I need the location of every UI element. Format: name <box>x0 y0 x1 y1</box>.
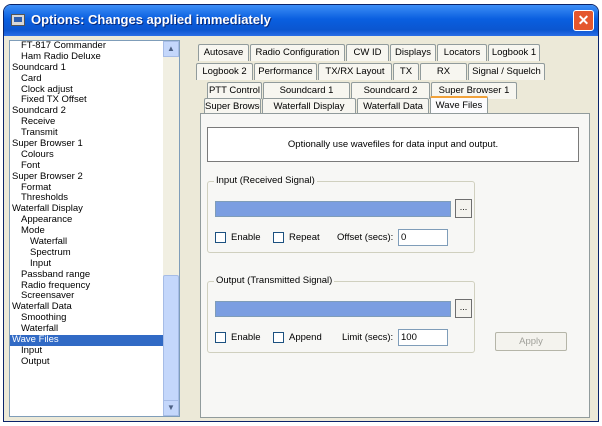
tab-logbook-2[interactable]: Logbook 2 <box>196 63 253 80</box>
output-limit-label: Limit (secs): <box>342 332 394 343</box>
output-group-legend: Output (Transmitted Signal) <box>214 275 335 286</box>
output-limit-field[interactable]: 100 <box>398 329 448 346</box>
scroll-up-button[interactable]: ▲ <box>163 41 179 57</box>
output-group: Output (Transmitted Signal) ... Enable A… <box>207 275 475 353</box>
tree-item[interactable]: Super Browser 2 <box>10 171 164 183</box>
tab-logbook-1[interactable]: Logbook 1 <box>488 44 540 61</box>
output-append-label: Append <box>289 332 322 343</box>
input-repeat-label: Repeat <box>289 232 320 243</box>
tree-items: FT-817 Commander Ham Radio Deluxe Soundcar… <box>10 41 164 368</box>
apply-button[interactable]: Apply <box>495 332 567 351</box>
tree-item[interactable]: Card <box>10 73 164 85</box>
output-file-path[interactable] <box>215 301 451 317</box>
window-title: Options: Changes applied immediately <box>31 12 271 27</box>
tab-soundcard-2[interactable]: Soundcard 2 <box>351 82 430 99</box>
scroll-down-button[interactable]: ▼ <box>163 400 179 416</box>
tree-item[interactable]: Passband range <box>10 269 164 281</box>
input-group-legend: Input (Received Signal) <box>214 175 317 186</box>
info-text: Optionally use wavefiles for data input … <box>287 139 499 150</box>
input-repeat-checkbox[interactable] <box>273 232 284 243</box>
tab-tx-rx-layout[interactable]: TX/RX Layout <box>318 63 392 80</box>
wave-files-panel: Optionally use wavefiles for data input … <box>200 113 590 418</box>
input-enable-label: Enable <box>231 232 261 243</box>
tab-ptt-control[interactable]: PTT Control <box>207 82 262 99</box>
output-append-checkbox[interactable] <box>273 332 284 343</box>
info-box: Optionally use wavefiles for data input … <box>207 127 579 162</box>
output-enable-checkbox[interactable] <box>215 332 226 343</box>
tree-scrollbar[interactable]: ▲ ▼ <box>163 41 179 416</box>
tab-rx[interactable]: RX <box>420 63 467 80</box>
tree-item[interactable]: Output <box>10 356 164 368</box>
options-tree[interactable]: FT-817 Commander Ham Radio Deluxe Soundcar… <box>9 40 180 417</box>
title-bar[interactable]: Options: Changes applied immediately ✕ <box>4 5 598 36</box>
tab-cw-id[interactable]: CW ID <box>346 44 389 61</box>
input-offset-label: Offset (secs): <box>337 232 394 243</box>
tab-autosave[interactable]: Autosave <box>198 44 249 61</box>
tab-performance[interactable]: Performance <box>254 63 317 80</box>
tab-soundcard-1[interactable]: Soundcard 1 <box>263 82 350 99</box>
input-file-path[interactable] <box>215 201 451 217</box>
tab-tx[interactable]: TX <box>393 63 419 80</box>
scroll-thumb[interactable] <box>163 275 179 403</box>
tab-displays[interactable]: Displays <box>390 44 436 61</box>
tab-radio-configuration[interactable]: Radio Configuration <box>250 44 345 61</box>
app-icon <box>11 14 25 26</box>
tab-signal-squelch[interactable]: Signal / Squelch <box>468 63 545 80</box>
input-enable-checkbox[interactable] <box>215 232 226 243</box>
output-enable-label: Enable <box>231 332 261 343</box>
input-offset-field[interactable]: 0 <box>398 229 448 246</box>
close-button[interactable]: ✕ <box>573 10 594 31</box>
output-browse-button[interactable]: ... <box>455 299 472 318</box>
input-browse-button[interactable]: ... <box>455 199 472 218</box>
tab-locators[interactable]: Locators <box>437 44 487 61</box>
input-group: Input (Received Signal) ... Enable Repea… <box>207 175 475 253</box>
